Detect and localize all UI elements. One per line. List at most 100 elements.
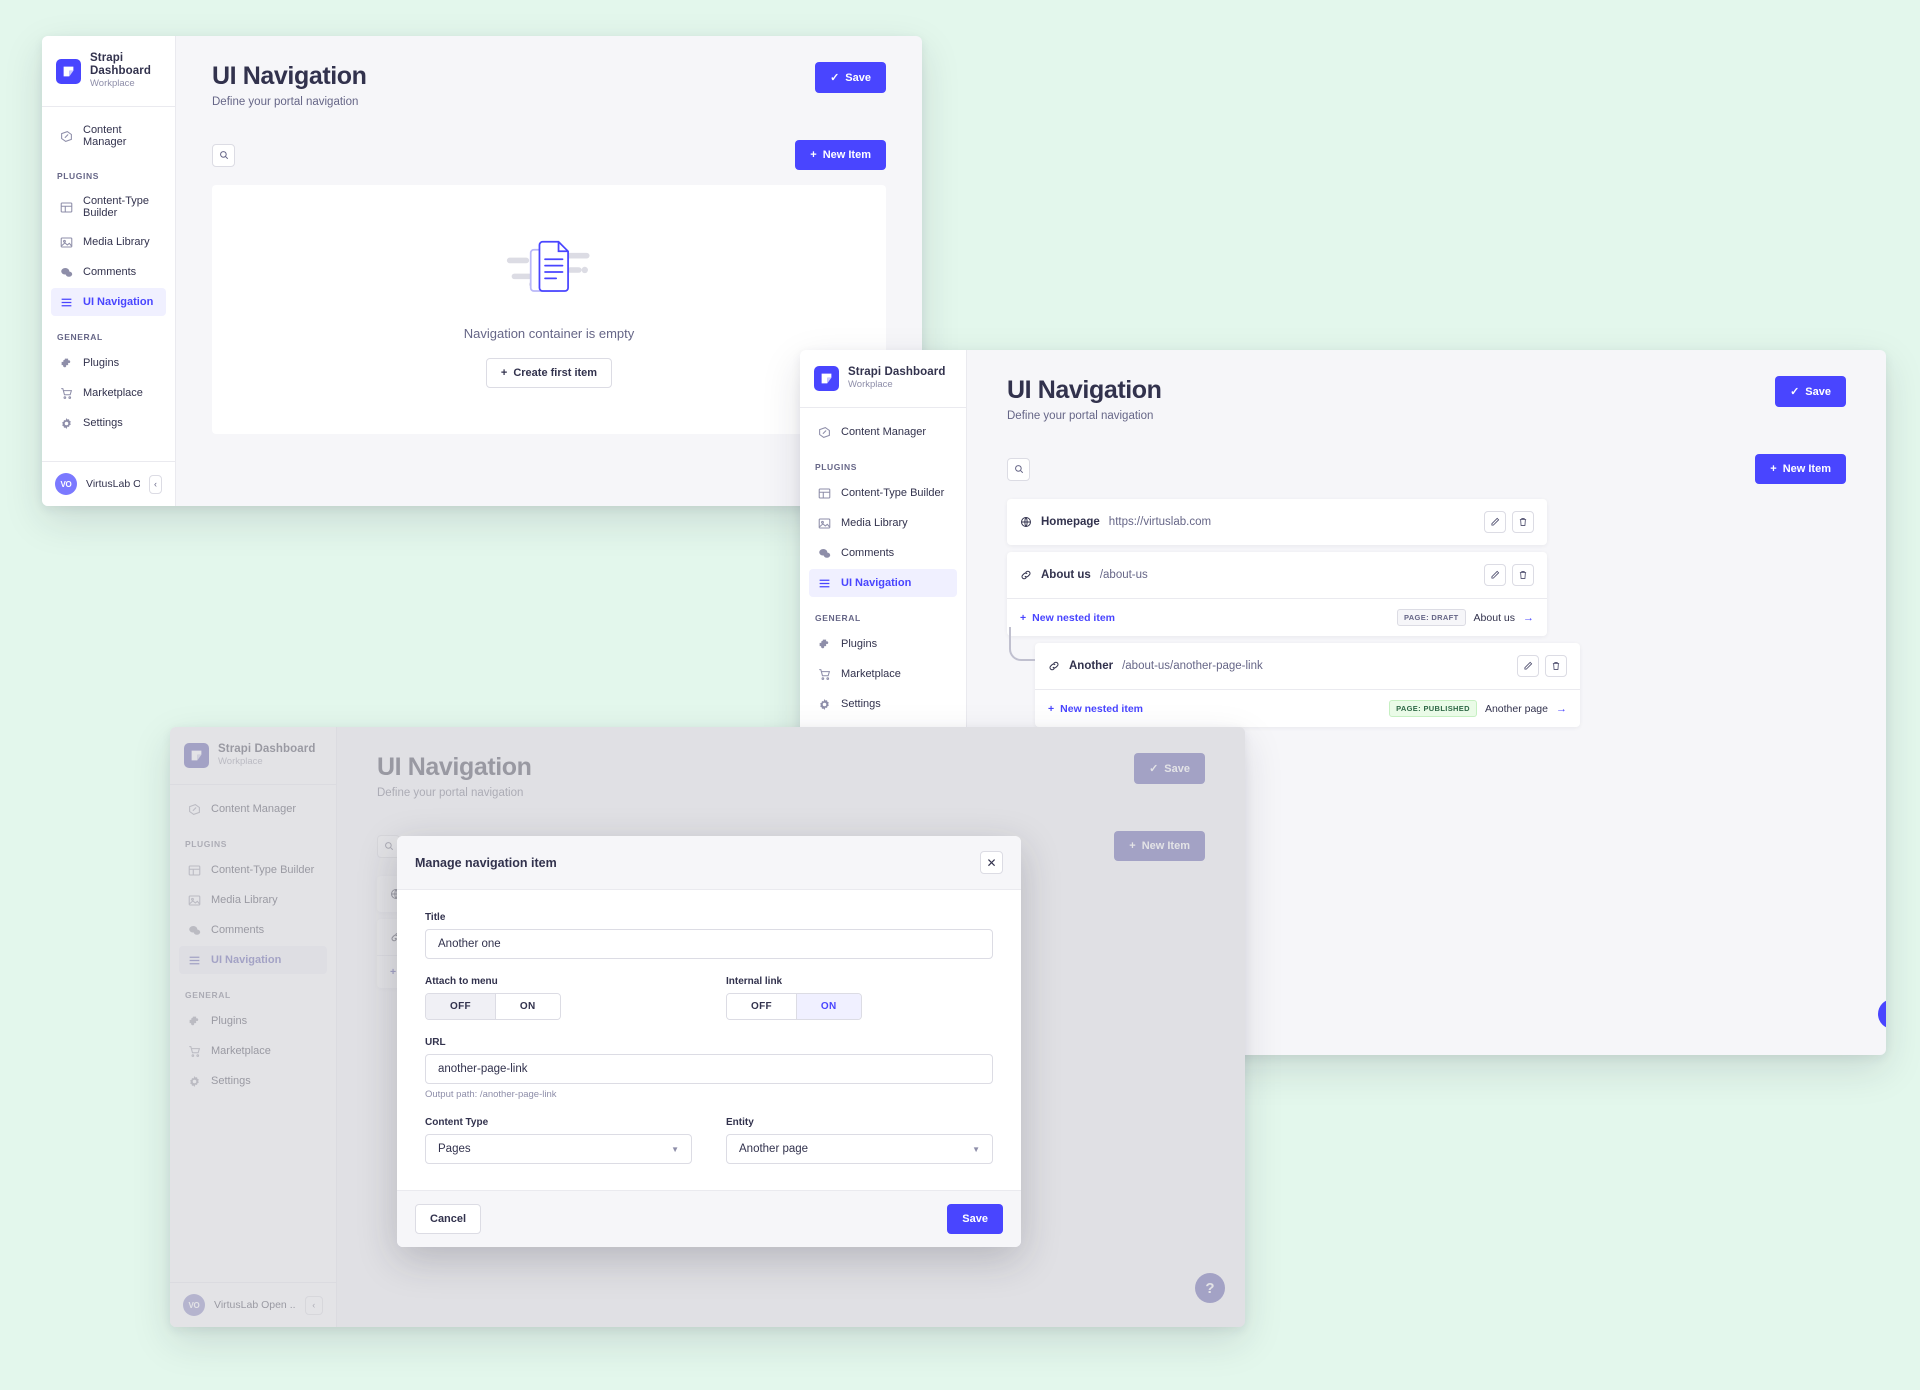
attach-to-menu-toggle[interactable]: OFF ON <box>425 993 561 1020</box>
plus-icon: + <box>810 149 817 161</box>
close-icon[interactable]: ✕ <box>980 851 1003 874</box>
brand-block[interactable]: Strapi Dashboard Workplace <box>42 36 175 108</box>
trash-icon <box>1519 518 1527 526</box>
save-button-label: Save <box>1805 385 1831 398</box>
search-input[interactable] <box>212 143 235 167</box>
cancel-button[interactable]: Cancel <box>415 1204 482 1234</box>
help-button[interactable]: ? <box>1878 999 1886 1029</box>
gear-icon <box>59 416 73 430</box>
delete-button[interactable] <box>1512 511 1534 533</box>
sidebar-item-settings[interactable]: Settings <box>51 409 166 437</box>
sidebar-item-marketplace[interactable]: Marketplace <box>809 660 957 688</box>
nav-item-meta: PAGE: DRAFT About us → <box>1397 609 1534 626</box>
arrow-right-icon[interactable]: → <box>1523 612 1534 624</box>
nav-item-footer: + New nested item PAGE: PUBLISHED Anothe… <box>1035 689 1580 727</box>
modal-save-button[interactable]: Save <box>947 1204 1003 1234</box>
documents-illustration-icon <box>505 237 593 304</box>
content-type-group: Content Type Pages ▼ <box>425 1117 692 1164</box>
sidebar-item-label: Marketplace <box>83 387 143 400</box>
nav-item-name: Homepage <box>1041 516 1100 528</box>
sidebar-item-label: Media Library <box>841 517 908 530</box>
edit-button[interactable] <box>1484 564 1506 586</box>
new-nested-item-button[interactable]: + New nested item <box>1048 703 1143 715</box>
plus-icon: + <box>1020 611 1027 624</box>
new-nested-item-label: New nested item <box>1032 611 1115 624</box>
toolbar: + New Item <box>212 140 886 170</box>
create-first-item-label: Create first item <box>513 367 598 379</box>
sidebar-item-settings[interactable]: Settings <box>809 690 957 718</box>
hamburger-lines-icon <box>817 576 831 590</box>
table-row[interactable]: Another /about-us/another-page-link <box>1035 643 1580 689</box>
internal-link-toggle[interactable]: OFF ON <box>726 993 862 1020</box>
entity-select[interactable]: Another page ▼ <box>726 1134 993 1164</box>
nav-item-path: /about-us <box>1099 569 1148 581</box>
sidebar-item-ui-navigation[interactable]: UI Navigation <box>51 288 166 317</box>
title-input[interactable] <box>425 929 993 959</box>
sidebar-item-media-library[interactable]: Media Library <box>51 228 166 256</box>
trash-icon <box>1519 571 1527 579</box>
entity-label: Entity <box>726 1117 754 1128</box>
save-button[interactable]: ✓ Save <box>815 62 886 93</box>
create-first-item-button[interactable]: + Create first item <box>485 358 613 388</box>
page-subtitle: Define your portal navigation <box>212 96 359 108</box>
modal-title: Manage navigation item <box>415 855 557 870</box>
window-empty-state: Strapi Dashboard Workplace Content Manag… <box>42 36 922 506</box>
search-icon <box>219 151 228 160</box>
edit-button[interactable] <box>1484 511 1506 533</box>
sidebar-item-plugins[interactable]: Plugins <box>51 349 166 377</box>
globe-icon <box>1020 516 1032 528</box>
sidebar-item-label: Content-Type Builder <box>841 487 945 500</box>
table-row[interactable]: Homepage https://virtuslab.com <box>1007 499 1547 545</box>
attach-to-menu-off[interactable]: OFF <box>426 994 495 1019</box>
sidebar-item-label: Media Library <box>83 236 150 249</box>
navigation-items-list: Homepage https://virtuslab.com About us … <box>1007 499 1580 727</box>
delete-button[interactable] <box>1512 564 1534 586</box>
title-field-label: Title <box>425 912 446 923</box>
new-item-button[interactable]: + New Item <box>1755 454 1846 484</box>
nav-item-meta-title: About us <box>1473 611 1515 624</box>
save-button[interactable]: ✓ Save <box>1775 376 1846 407</box>
sidebar-item-content-type-builder[interactable]: Content-Type Builder <box>51 188 166 226</box>
status-badge: PAGE: PUBLISHED <box>1389 700 1477 717</box>
sidebar-item-label: UI Navigation <box>841 577 912 590</box>
screenshot-stage: Strapi Dashboard Workplace Content Manag… <box>0 0 1920 1390</box>
sidebar-item-ui-navigation[interactable]: UI Navigation <box>809 569 957 598</box>
shopping-cart-icon <box>59 386 73 400</box>
link-icon <box>1020 569 1032 581</box>
sidebar-item-media-library[interactable]: Media Library <box>809 509 957 537</box>
internal-link-off[interactable]: OFF <box>727 994 796 1019</box>
page-subtitle: Define your portal navigation <box>1007 410 1154 422</box>
sidebar-item-comments[interactable]: Comments <box>809 539 957 567</box>
new-nested-item-button[interactable]: + New nested item <box>1020 612 1115 624</box>
plus-icon: + <box>1770 463 1777 475</box>
edit-button[interactable] <box>1517 655 1539 677</box>
delete-button[interactable] <box>1545 655 1567 677</box>
internal-link-on[interactable]: ON <box>795 994 861 1019</box>
content-type-select[interactable]: Pages ▼ <box>425 1134 692 1164</box>
toolbar: + New Item <box>1007 454 1846 484</box>
sidebar-item-content-manager[interactable]: Content Manager <box>51 117 166 155</box>
plus-icon: + <box>500 367 508 379</box>
new-item-button[interactable]: + New Item <box>795 140 886 170</box>
sidebar-item-content-type-builder[interactable]: Content-Type Builder <box>809 479 957 507</box>
sidebar-item-comments[interactable]: Comments <box>51 258 166 286</box>
table-row[interactable]: About us /about-us <box>1007 552 1547 598</box>
page-title: UI Navigation <box>212 62 367 90</box>
nested-item-wrapper: Another /about-us/another-page-link + Ne… <box>1007 627 1580 727</box>
sidebar-item-plugins[interactable]: Plugins <box>809 630 957 658</box>
sidebar-footer[interactable]: VO VirtusLab Open ... ‹ <box>42 461 175 506</box>
brand-block[interactable]: Strapi Dashboard Workplace <box>800 350 966 409</box>
sidebar-item-marketplace[interactable]: Marketplace <box>51 379 166 407</box>
puzzle-piece-icon <box>817 637 831 651</box>
chevron-left-icon[interactable]: ‹ <box>149 474 162 494</box>
attach-to-menu-on[interactable]: ON <box>494 994 560 1019</box>
sidebar-item-label: Marketplace <box>841 668 901 681</box>
nav-item-name: Another <box>1069 660 1114 672</box>
sidebar-section-plugins: PLUGINS <box>57 171 99 182</box>
arrow-right-icon[interactable]: → <box>1556 703 1567 715</box>
url-input[interactable] <box>425 1054 993 1084</box>
search-input[interactable] <box>1007 457 1030 481</box>
nav-item-homepage: Homepage https://virtuslab.com <box>1007 499 1547 545</box>
sidebar-item-label: Content Manager <box>841 426 926 439</box>
sidebar-item-content-manager[interactable]: Content Manager <box>809 418 957 446</box>
